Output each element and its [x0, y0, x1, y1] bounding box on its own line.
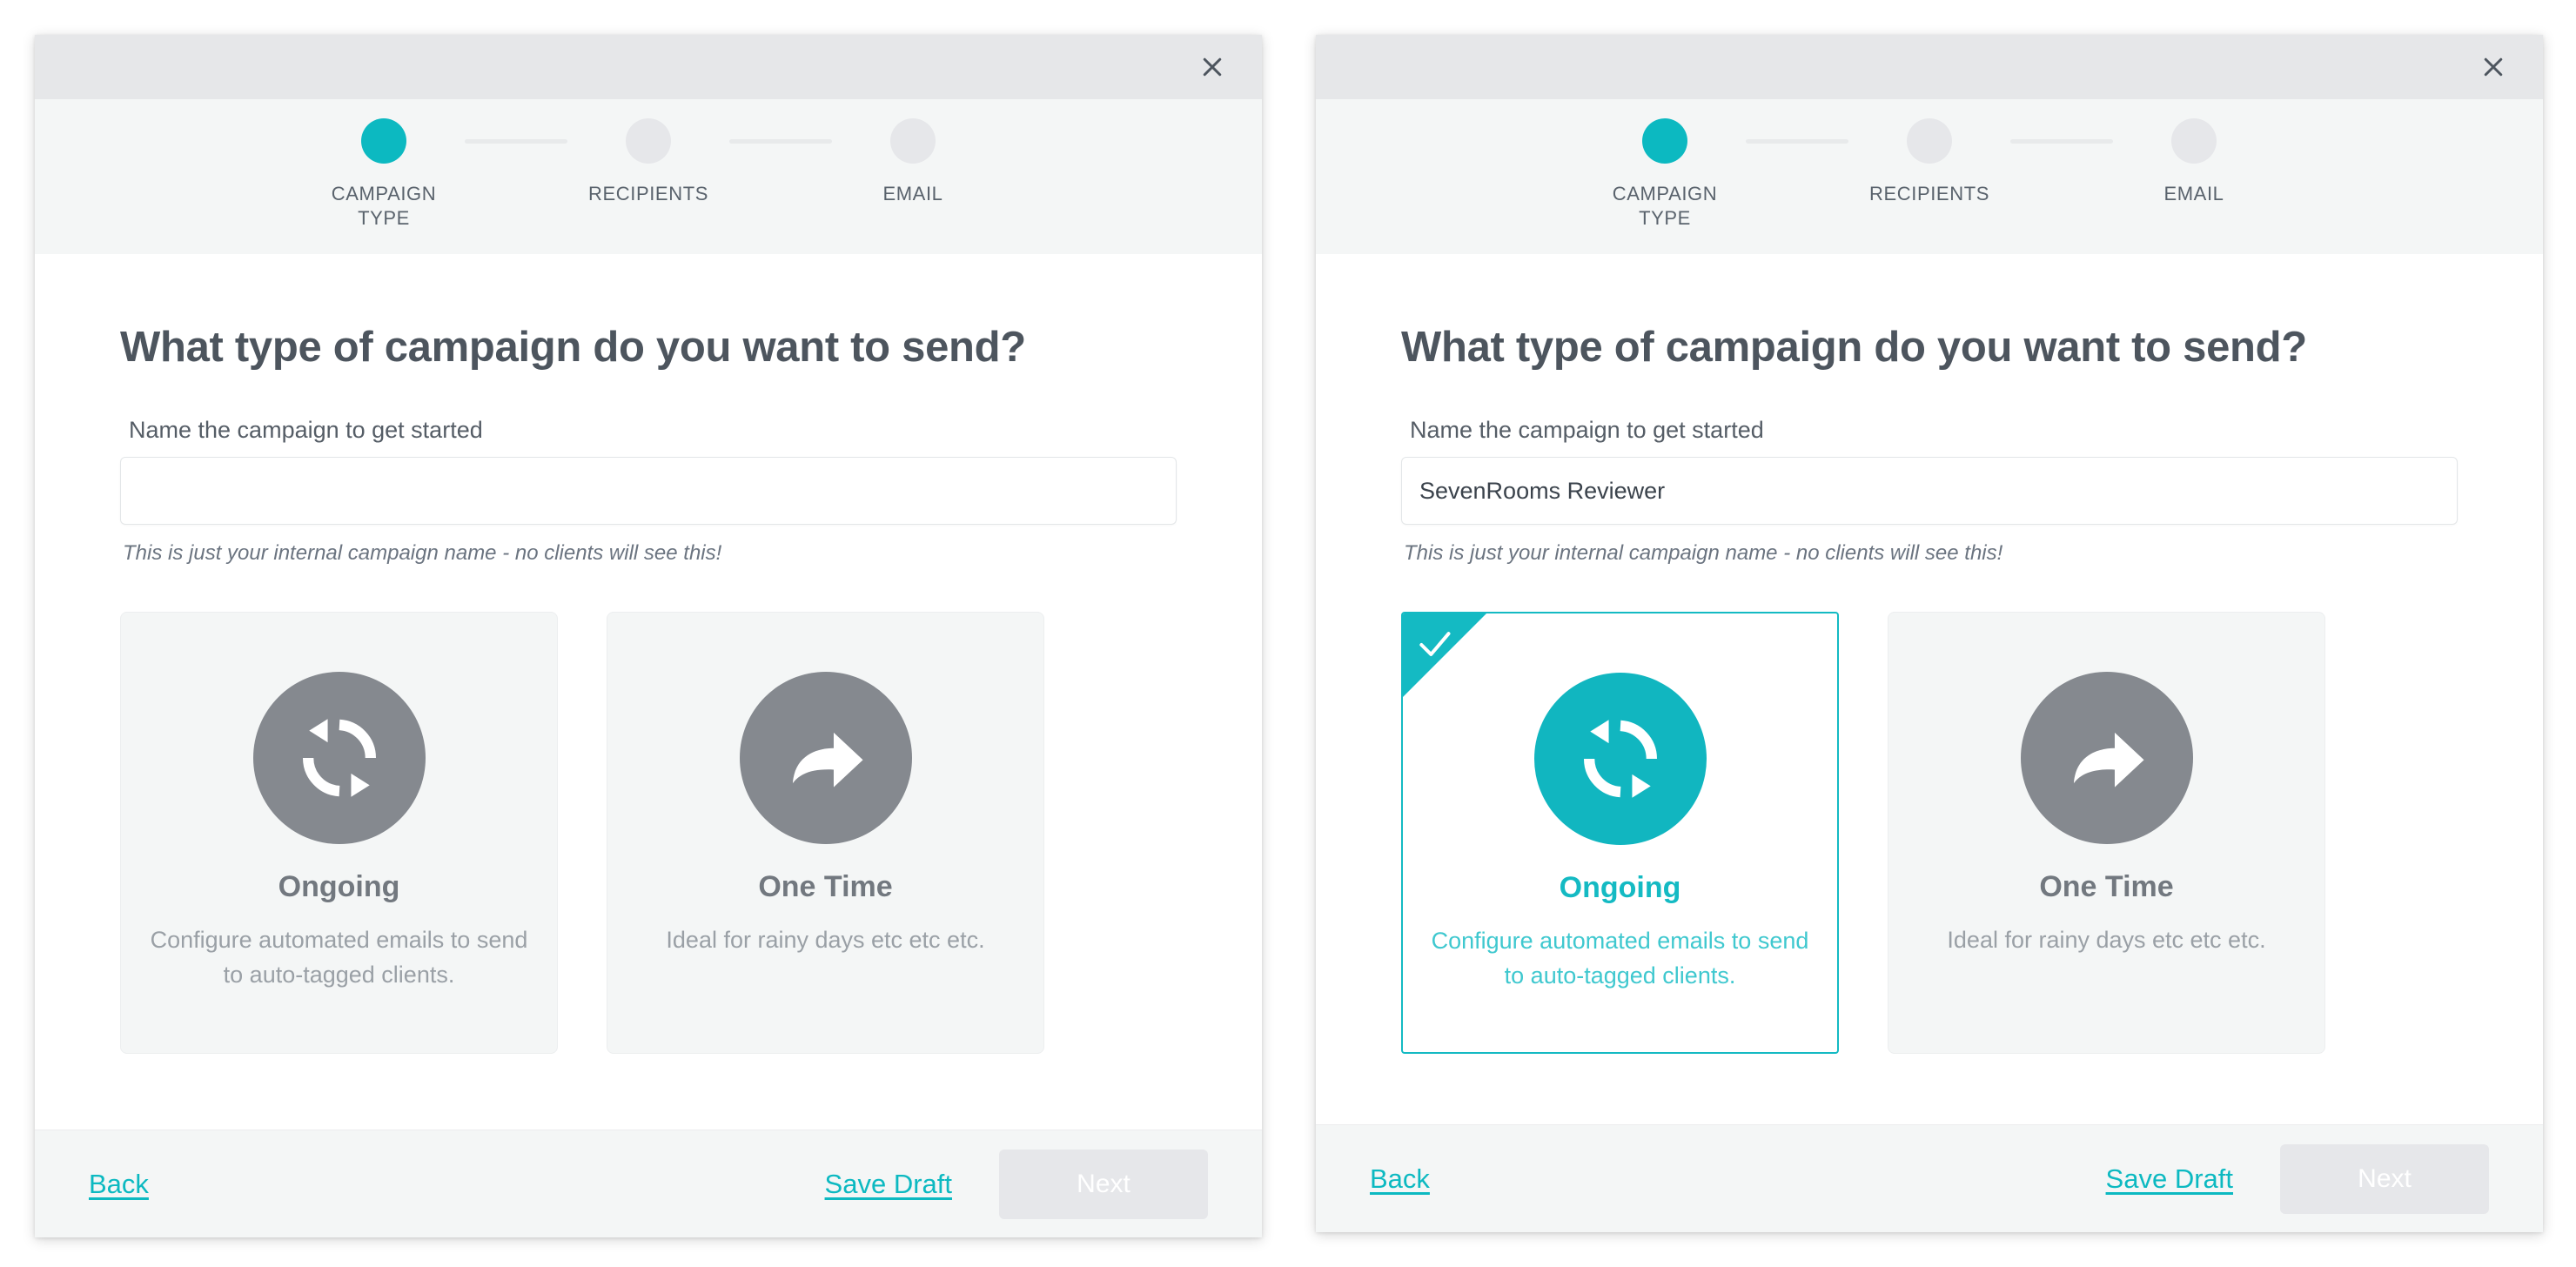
stepper-step-recipients[interactable]: RECIPIENTS — [1848, 118, 2010, 206]
stepper-connector-1 — [1746, 139, 1848, 144]
card-description-one-time: Ideal for rainy days etc etc etc. — [666, 927, 985, 953]
step-label-campaign-type: CAMPAIGN TYPE — [1612, 183, 1718, 229]
campaign-name-input[interactable] — [120, 457, 1177, 525]
stepper-connector-2 — [729, 139, 832, 144]
card-description-ongoing: Configure automated emails to send to au… — [150, 927, 528, 988]
sync-refresh-icon — [1533, 673, 1707, 845]
step-dot-campaign-type — [361, 118, 406, 164]
page-title: What type of campaign do you want to sen… — [120, 324, 1026, 371]
campaign-name-helper: This is just your internal campaign name… — [1404, 541, 2003, 565]
campaign-name-label: Name the campaign to get started — [1410, 417, 1764, 443]
card-title-one-time: One Time — [758, 870, 893, 903]
modal-footer: Back Save Draft Next — [35, 1130, 1262, 1237]
modal-body: What type of campaign do you want to sen… — [35, 254, 1262, 1130]
step-label-email: EMAIL — [2163, 183, 2224, 204]
modal-footer: Back Save Draft Next — [1316, 1124, 2543, 1232]
sync-refresh-icon — [252, 672, 426, 844]
campaign-name-input[interactable] — [1401, 457, 2458, 525]
step-dot-campaign-type — [1642, 118, 1687, 164]
modal-titlebar — [1316, 35, 2543, 99]
back-button[interactable]: Back — [89, 1168, 149, 1201]
campaign-type-card-ongoing[interactable]: Ongoing Configure automated emails to se… — [120, 612, 558, 1054]
close-icon[interactable] — [2473, 47, 2513, 87]
save-draft-button[interactable]: Save Draft — [825, 1168, 952, 1201]
modal-body: What type of campaign do you want to sen… — [1316, 254, 2543, 1124]
page-title: What type of campaign do you want to sen… — [1401, 324, 2307, 371]
step-dot-recipients — [626, 118, 671, 164]
card-title-one-time: One Time — [2039, 870, 2174, 903]
step-dot-email — [2171, 118, 2217, 164]
step-label-recipients: RECIPIENTS — [1868, 183, 1990, 204]
next-button[interactable]: Next — [999, 1149, 1208, 1219]
stepper-step-campaign-type[interactable]: CAMPAIGN TYPE — [303, 118, 465, 231]
step-dot-recipients — [1907, 118, 1952, 164]
share-arrow-icon — [2020, 672, 2193, 844]
screenshot-stage: CAMPAIGN TYPE RECIPIENTS EMAIL What type… — [0, 0, 2576, 1267]
card-title-ongoing: Ongoing — [278, 870, 400, 903]
campaign-type-cards: Ongoing Configure automated emails to se… — [1401, 612, 2458, 1054]
back-button[interactable]: Back — [1370, 1163, 1430, 1196]
next-button[interactable]: Next — [2280, 1143, 2489, 1214]
modal-titlebar — [35, 35, 1262, 99]
campaign-type-card-ongoing[interactable]: Ongoing Configure automated emails to se… — [1401, 612, 1839, 1054]
step-label-email: EMAIL — [882, 183, 943, 204]
step-dot-email — [890, 118, 936, 164]
share-arrow-icon — [739, 672, 912, 844]
step-label-recipients: RECIPIENTS — [587, 183, 709, 204]
campaign-wizard-modal-right: CAMPAIGN TYPE RECIPIENTS EMAIL What type… — [1316, 35, 2543, 1232]
stepper-step-email[interactable]: EMAIL — [2113, 118, 2275, 206]
campaign-type-card-one-time[interactable]: One Time Ideal for rainy days etc etc et… — [1888, 612, 2325, 1054]
stepper-connector-2 — [2010, 139, 2113, 144]
card-title-ongoing: Ongoing — [1559, 871, 1681, 904]
wizard-stepper: CAMPAIGN TYPE RECIPIENTS EMAIL — [35, 99, 1262, 254]
campaign-type-cards: Ongoing Configure automated emails to se… — [120, 612, 1177, 1054]
close-icon[interactable] — [1192, 47, 1232, 87]
campaign-name-label: Name the campaign to get started — [129, 417, 483, 443]
stepper-step-campaign-type[interactable]: CAMPAIGN TYPE — [1584, 118, 1746, 231]
step-label-campaign-type: CAMPAIGN TYPE — [331, 183, 437, 229]
stepper-connector-1 — [465, 139, 567, 144]
campaign-name-helper: This is just your internal campaign name… — [123, 541, 722, 565]
card-description-ongoing: Configure automated emails to send to au… — [1431, 928, 1809, 989]
stepper-step-email[interactable]: EMAIL — [832, 118, 994, 206]
campaign-type-card-one-time[interactable]: One Time Ideal for rainy days etc etc et… — [607, 612, 1044, 1054]
stepper-step-recipients[interactable]: RECIPIENTS — [567, 118, 729, 206]
check-icon — [1419, 632, 1451, 657]
wizard-stepper: CAMPAIGN TYPE RECIPIENTS EMAIL — [1316, 99, 2543, 254]
card-description-one-time: Ideal for rainy days etc etc etc. — [1947, 927, 2266, 953]
save-draft-button[interactable]: Save Draft — [2106, 1163, 2233, 1196]
campaign-wizard-modal-left: CAMPAIGN TYPE RECIPIENTS EMAIL What type… — [35, 35, 1262, 1237]
